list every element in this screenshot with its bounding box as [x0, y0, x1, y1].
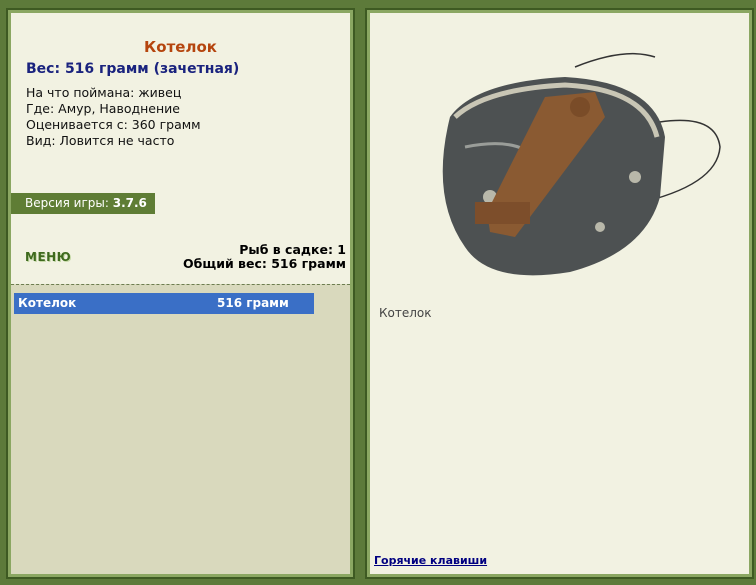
list-item-name: Котелок	[18, 296, 77, 310]
list-item[interactable]: Котелок 516 грамм	[14, 293, 314, 314]
keepnet-list: Котелок 516 грамм	[11, 284, 350, 574]
fish-weight: Вес: 516 грамм (зачетная)	[26, 61, 240, 77]
fish-location: Где: Амур, Наводнение	[26, 101, 180, 116]
list-item-weight: 516 грамм	[217, 296, 289, 310]
image-panel: Котелок Горячие клавиши	[365, 8, 754, 579]
fish-bait: На что поймана: живец	[26, 85, 182, 100]
image-caption: Котелок	[379, 306, 432, 320]
keepnet-count: Рыб в садке: 1	[239, 242, 346, 257]
mess-tin-image	[442, 52, 721, 276]
version-value: 3.7.6	[112, 196, 147, 210]
hotkeys-link[interactable]: Горячие клавиши	[374, 554, 487, 567]
fish-rated-from: Оценивается с: 360 грамм	[26, 117, 201, 132]
version-label: Версия игры:	[25, 196, 113, 210]
fish-kind: Вид: Ловится не часто	[26, 133, 175, 148]
menu-button[interactable]: МЕНЮ	[25, 250, 71, 264]
keepnet-total-weight: Общий вес: 516 грамм	[183, 256, 346, 271]
fish-info-panel: Котелок Вес: 516 грамм (зачетная) На что…	[6, 8, 355, 579]
fish-title: Котелок	[144, 38, 217, 56]
game-version-bar: Версия игры: 3.7.6	[11, 193, 155, 214]
